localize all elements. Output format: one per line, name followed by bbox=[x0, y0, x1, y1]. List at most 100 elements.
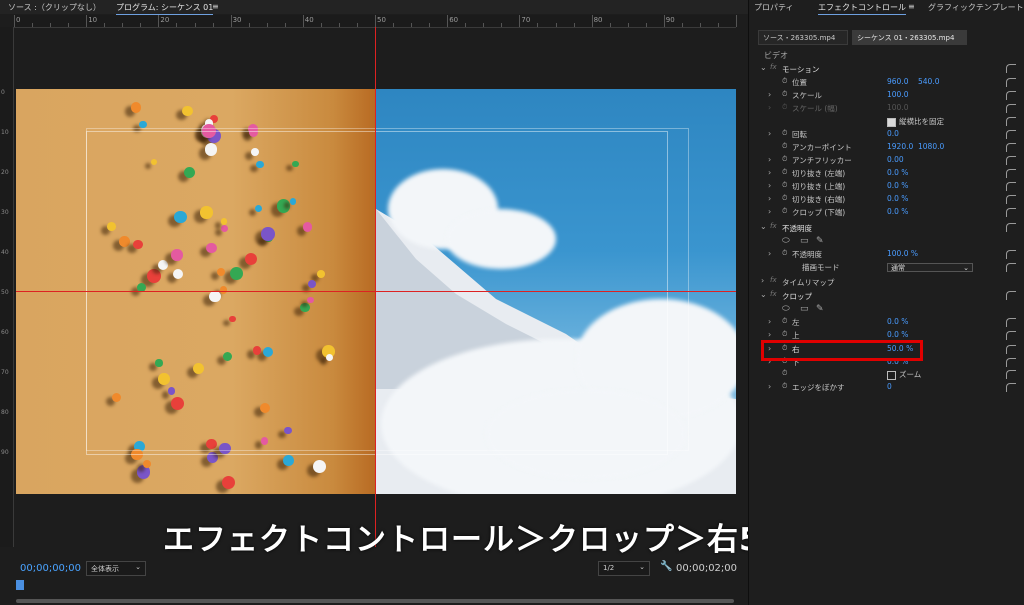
position-y-value[interactable]: 540.0 bbox=[918, 77, 939, 86]
crop-effect-row[interactable]: ⌄ fx クロップ bbox=[756, 290, 1018, 303]
reset-icon[interactable] bbox=[1006, 318, 1016, 327]
chevron-down-icon[interactable]: ⌄ bbox=[760, 63, 767, 72]
rectangle-mask-icon[interactable]: ▭ bbox=[800, 304, 809, 314]
chevron-right-icon[interactable]: › bbox=[768, 382, 771, 391]
chevron-down-icon[interactable]: ⌄ bbox=[760, 222, 767, 231]
stopwatch-icon[interactable]: ⏱ bbox=[782, 207, 787, 216]
reset-icon[interactable] bbox=[1006, 117, 1016, 126]
reset-icon[interactable] bbox=[1006, 291, 1016, 300]
program-menu-icon[interactable]: ≡ bbox=[212, 2, 219, 11]
zoom-scrollbar[interactable] bbox=[16, 599, 734, 603]
crop-left-param-value[interactable]: 0.0 % bbox=[887, 317, 908, 326]
scale-value[interactable]: 100.0 bbox=[887, 90, 908, 99]
stopwatch-icon[interactable]: ⏱ bbox=[782, 317, 787, 326]
tab-graphic-template[interactable]: グラフィックテンプレート bbox=[928, 2, 1024, 13]
reset-icon[interactable] bbox=[1006, 345, 1016, 354]
chevron-right-icon[interactable]: › bbox=[768, 168, 771, 177]
tab-source[interactable]: ソース :（クリップなし） bbox=[8, 2, 101, 13]
crop-top-param-value[interactable]: 0.0 % bbox=[887, 330, 908, 339]
chevron-right-icon[interactable]: › bbox=[768, 317, 771, 326]
chevron-right-icon[interactable]: › bbox=[768, 129, 771, 138]
reset-icon[interactable] bbox=[1006, 156, 1016, 165]
reset-icon[interactable] bbox=[1006, 91, 1016, 100]
crop-zoom-checkbox[interactable] bbox=[887, 371, 896, 380]
flicker-label: アンチフリッカー bbox=[792, 156, 852, 165]
stopwatch-icon[interactable]: ⏱ bbox=[782, 142, 787, 151]
ellipse-mask-icon[interactable]: ⬭ bbox=[782, 304, 790, 314]
stopwatch-icon[interactable]: ⏱ bbox=[782, 181, 787, 190]
stopwatch-icon[interactable]: ⏱ bbox=[782, 369, 787, 378]
wrench-icon[interactable]: 🔧 bbox=[660, 561, 672, 572]
reset-icon[interactable] bbox=[1006, 104, 1016, 113]
chevron-down-icon: ⌄ bbox=[963, 264, 969, 272]
effect-controls-menu-icon[interactable]: ≡ bbox=[908, 2, 915, 11]
ruler-tick bbox=[230, 15, 232, 27]
horizontal-guide-line[interactable] bbox=[16, 291, 736, 292]
rectangle-mask-icon[interactable]: ▭ bbox=[800, 236, 809, 246]
crop-right-value[interactable]: 0.0 % bbox=[887, 194, 908, 203]
reset-icon[interactable] bbox=[1006, 130, 1016, 139]
crop-bottom-value[interactable]: 0.0 % bbox=[887, 207, 908, 216]
stopwatch-icon[interactable]: ⏱ bbox=[782, 90, 787, 99]
reset-icon[interactable] bbox=[1006, 182, 1016, 191]
uniform-scale-checkbox[interactable] bbox=[887, 118, 896, 127]
sequence-clip-button[interactable]: シーケンス 01・263305.mp4 bbox=[852, 30, 967, 45]
reset-icon[interactable] bbox=[1006, 169, 1016, 178]
reset-icon[interactable] bbox=[1006, 383, 1016, 392]
stopwatch-icon[interactable]: ⏱ bbox=[782, 249, 787, 258]
rotation-value[interactable]: 0.0 bbox=[887, 129, 899, 138]
chevron-right-icon[interactable]: › bbox=[768, 155, 771, 164]
time-remap-row[interactable]: › fx タイムリマップ bbox=[756, 276, 1018, 289]
stopwatch-icon[interactable]: ⏱ bbox=[782, 155, 787, 164]
zoom-select[interactable]: 全体表示 ⌄ bbox=[86, 561, 146, 576]
chevron-right-icon[interactable]: › bbox=[768, 90, 771, 99]
tab-effect-controls[interactable]: エフェクトコントロール bbox=[818, 2, 906, 15]
stopwatch-icon[interactable]: ⏱ bbox=[782, 194, 787, 203]
flicker-value[interactable]: 0.00 bbox=[887, 155, 904, 164]
ellipse-mask-icon[interactable]: ⬭ bbox=[782, 236, 790, 246]
playhead-timecode[interactable]: 00;00;00;00 bbox=[20, 563, 81, 574]
reset-icon[interactable] bbox=[1006, 370, 1016, 379]
pen-mask-icon[interactable]: ✎ bbox=[816, 304, 824, 314]
reset-icon[interactable] bbox=[1006, 143, 1016, 152]
stopwatch-icon[interactable]: ⏱ bbox=[782, 168, 787, 177]
tab-program[interactable]: プログラム: シーケンス 01 bbox=[116, 2, 214, 15]
reset-icon[interactable] bbox=[1006, 250, 1016, 259]
position-x-value[interactable]: 960.0 bbox=[887, 77, 908, 86]
pen-mask-icon[interactable]: ✎ bbox=[816, 236, 824, 246]
playhead-marker[interactable] bbox=[16, 580, 24, 590]
chevron-right-icon[interactable]: › bbox=[768, 249, 771, 258]
reset-icon[interactable] bbox=[1006, 331, 1016, 340]
blend-mode-dropdown[interactable]: 通常 ⌄ bbox=[887, 263, 973, 272]
motion-effect-row[interactable]: ⌄ fx モーション bbox=[756, 63, 1018, 76]
opacity-effect-row[interactable]: ⌄ fx 不透明度 bbox=[756, 222, 1018, 235]
chevron-right-icon[interactable]: › bbox=[761, 276, 764, 285]
reset-icon[interactable] bbox=[1006, 195, 1016, 204]
chevron-right-icon[interactable]: › bbox=[768, 330, 771, 339]
crop-left-value[interactable]: 0.0 % bbox=[887, 168, 908, 177]
chevron-right-icon[interactable]: › bbox=[768, 207, 771, 216]
reset-icon[interactable] bbox=[1006, 263, 1016, 272]
crop-top-value[interactable]: 0.0 % bbox=[887, 181, 908, 190]
timeline-scrubber[interactable] bbox=[16, 580, 734, 600]
chevron-right-icon[interactable]: › bbox=[768, 194, 771, 203]
opacity-value[interactable]: 100.0 % bbox=[887, 249, 918, 258]
vertical-guide-line[interactable] bbox=[375, 27, 376, 547]
reset-icon[interactable] bbox=[1006, 78, 1016, 87]
feather-value[interactable]: 0 bbox=[887, 382, 892, 391]
chevron-down-icon[interactable]: ⌄ bbox=[760, 290, 767, 299]
stopwatch-icon[interactable]: ⏱ bbox=[782, 382, 787, 391]
stopwatch-icon[interactable]: ⏱ bbox=[782, 77, 787, 86]
anchor-y-value[interactable]: 1080.0 bbox=[918, 142, 944, 151]
resolution-select[interactable]: 1/2 ⌄ bbox=[598, 561, 650, 576]
stopwatch-icon[interactable]: ⏱ bbox=[782, 330, 787, 339]
reset-icon[interactable] bbox=[1006, 358, 1016, 367]
chevron-right-icon[interactable]: › bbox=[768, 181, 771, 190]
anchor-x-value[interactable]: 1920.0 bbox=[887, 142, 913, 151]
stopwatch-icon[interactable]: ⏱ bbox=[782, 129, 787, 138]
reset-icon[interactable] bbox=[1006, 223, 1016, 232]
source-clip-button[interactable]: ソース・263305.mp4 bbox=[758, 30, 848, 45]
tab-properties[interactable]: プロパティ bbox=[754, 2, 794, 13]
reset-icon[interactable] bbox=[1006, 208, 1016, 217]
reset-icon[interactable] bbox=[1006, 64, 1016, 73]
